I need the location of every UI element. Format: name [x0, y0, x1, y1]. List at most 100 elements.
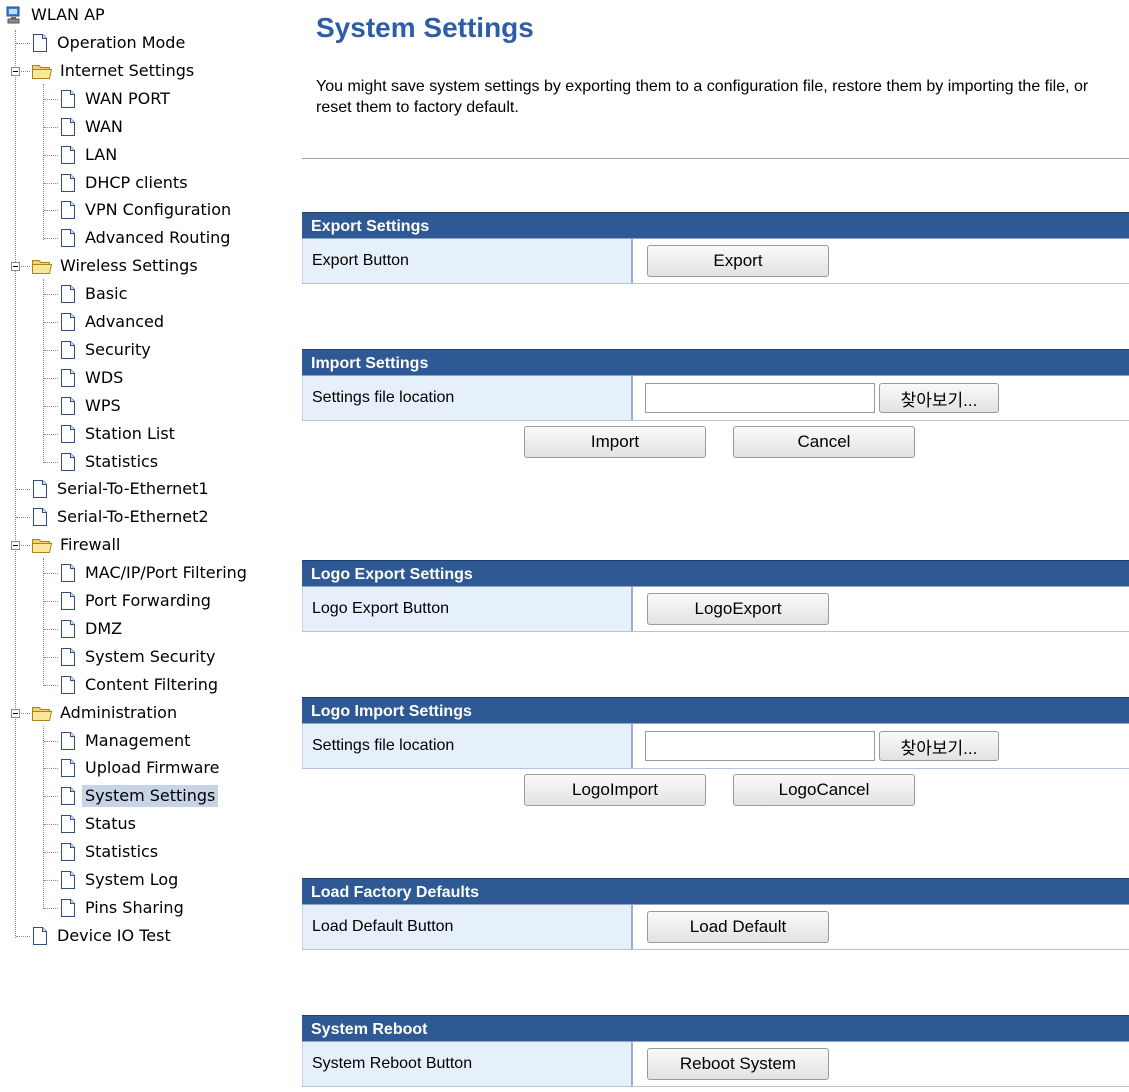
tree-connector-line — [44, 294, 58, 296]
import-settings-section: Import Settings Settings file location 찾… — [302, 349, 1129, 465]
import-file-input[interactable] — [645, 383, 875, 413]
collapse-toggle-icon[interactable] — [11, 541, 20, 551]
logo-import-browse-button[interactable]: 찾아보기... — [879, 731, 999, 761]
tree-item-label: Internet Settings — [60, 60, 195, 80]
collapse-toggle-icon[interactable] — [11, 262, 20, 272]
tree-connector-line — [44, 656, 58, 658]
tree-item-wireless-settings[interactable]: Wireless Settings — [32, 255, 201, 277]
page-icon — [60, 368, 82, 387]
factory-defaults-row: Load Default Button Load Default — [302, 905, 1129, 950]
reboot-system-button[interactable]: Reboot System — [647, 1048, 829, 1080]
page-icon — [60, 285, 82, 304]
tree-item-advanced-routing[interactable]: Advanced Routing — [60, 227, 233, 249]
system-reboot-row: System Reboot Button Reboot System — [302, 1042, 1129, 1087]
tree-connector-line — [44, 740, 58, 742]
tree-item-label: Statistics — [85, 451, 159, 471]
export-value-cell: Export — [635, 239, 1129, 283]
tree-item-statistics[interactable]: Statistics — [60, 841, 161, 863]
tree-item-management[interactable]: Management — [60, 730, 193, 752]
page-icon — [60, 843, 82, 862]
collapse-toggle-icon[interactable] — [11, 66, 20, 76]
tree-connector-line — [44, 628, 58, 630]
tree-item-vpn-configuration[interactable]: VPN Configuration — [60, 199, 234, 221]
tree-item-dhcp-clients[interactable]: DHCP clients — [60, 172, 191, 194]
tree-item-dmz[interactable]: DMZ — [60, 618, 125, 640]
tree-item-device-io-test[interactable]: Device IO Test — [32, 925, 174, 947]
page-icon — [60, 619, 82, 638]
tree-item-mac-ip-port-filtering[interactable]: MAC/IP/Port Filtering — [60, 562, 250, 584]
tree-root[interactable]: WLAN AP — [6, 4, 108, 26]
tree-item-system-settings[interactable]: System Settings — [60, 785, 219, 808]
tree-item-label: Pins Sharing — [85, 897, 184, 917]
tree-item-label: Advanced — [85, 312, 165, 331]
page-icon — [60, 898, 82, 917]
tree-item-pins-sharing[interactable]: Pins Sharing — [60, 897, 187, 919]
tree-item-wan-port[interactable]: WAN PORT — [60, 88, 173, 110]
tree-item-wps[interactable]: WPS — [60, 395, 124, 417]
system-reboot-header: System Reboot — [302, 1015, 1129, 1042]
tree-item-label: Wireless Settings — [60, 256, 198, 276]
logo-export-value-cell: LogoExport — [635, 587, 1129, 631]
page-intro: You might save system settings by export… — [316, 78, 1089, 116]
tree-connector-line — [44, 98, 58, 100]
tree-item-wan[interactable]: WAN — [60, 116, 126, 138]
tree-item-label: Advanced Routing — [85, 228, 231, 248]
tree-item-label: System Log — [85, 870, 179, 889]
page-icon — [60, 117, 82, 136]
logo-export-settings-header: Logo Export Settings — [302, 560, 1129, 587]
logo-import-button-row: LogoImport LogoCancel — [302, 769, 1129, 813]
logo-import-button[interactable]: LogoImport — [524, 774, 706, 806]
logo-import-file-input[interactable] — [645, 731, 875, 761]
tree-item-label: Management — [85, 730, 191, 750]
tree-item-system-security[interactable]: System Security — [60, 646, 218, 668]
tree-item-serial-to-ethernet2[interactable]: Serial-To-Ethernet2 — [32, 506, 212, 528]
tree-item-basic[interactable]: Basic — [60, 283, 130, 305]
page-icon — [60, 229, 82, 248]
tree-item-label: WDS — [85, 367, 124, 387]
tree-connector-line — [44, 210, 58, 212]
logo-import-settings-section: Logo Import Settings Settings file locat… — [302, 697, 1129, 813]
tree-item-label: LAN — [85, 144, 118, 164]
tree-item-station-list[interactable]: Station List — [60, 423, 178, 445]
tree-item-statistics[interactable]: Statistics — [60, 451, 161, 473]
tree-item-label: WPS — [85, 395, 121, 415]
tree-item-internet-settings[interactable]: Internet Settings — [32, 60, 197, 82]
tree-item-content-filtering[interactable]: Content Filtering — [60, 674, 221, 696]
export-button[interactable]: Export — [647, 245, 829, 277]
tree-item-label: WAN — [85, 116, 123, 136]
page-icon — [60, 564, 82, 583]
factory-defaults-section: Load Factory Defaults Load Default Butto… — [302, 878, 1129, 950]
factory-defaults-value-cell: Load Default — [635, 905, 1129, 949]
tree-item-serial-to-ethernet1[interactable]: Serial-To-Ethernet1 — [32, 478, 212, 500]
system-reboot-value-cell: Reboot System — [635, 1042, 1129, 1086]
page-icon — [32, 34, 54, 52]
tree-root-label: WLAN AP — [31, 5, 105, 24]
tree-connector-line — [43, 558, 44, 686]
tree-item-operation-mode[interactable]: Operation Mode — [32, 32, 188, 54]
logo-cancel-button[interactable]: LogoCancel — [733, 774, 915, 806]
tree-connector-line — [44, 238, 58, 240]
logo-export-button[interactable]: LogoExport — [647, 593, 829, 625]
import-settings-header: Import Settings — [302, 349, 1129, 376]
page-icon — [60, 173, 82, 192]
tree-item-status[interactable]: Status — [60, 813, 139, 835]
load-default-button[interactable]: Load Default — [647, 911, 829, 943]
tree-item-wds[interactable]: WDS — [60, 367, 126, 389]
tree-item-upload-firmware[interactable]: Upload Firmware — [60, 757, 222, 779]
collapse-toggle-icon[interactable] — [11, 708, 20, 718]
folder-icon — [32, 63, 57, 79]
tree-item-lan[interactable]: LAN — [60, 144, 120, 166]
tree-item-advanced[interactable]: Advanced — [60, 311, 167, 333]
tree-item-system-log[interactable]: System Log — [60, 869, 181, 891]
tree-item-port-forwarding[interactable]: Port Forwarding — [60, 590, 214, 612]
logo-import-settings-header: Logo Import Settings — [302, 697, 1129, 724]
tree-item-firewall[interactable]: Firewall — [32, 534, 123, 556]
tree-item-administration[interactable]: Administration — [32, 702, 180, 724]
import-value-cell: 찾아보기... — [635, 376, 1129, 420]
tree-item-label: Statistics — [85, 842, 159, 862]
tree-connector-line — [44, 768, 58, 770]
import-browse-button[interactable]: 찾아보기... — [879, 383, 999, 413]
import-button[interactable]: Import — [524, 426, 706, 458]
import-cancel-button[interactable]: Cancel — [733, 426, 915, 458]
tree-item-security[interactable]: Security — [60, 339, 154, 361]
